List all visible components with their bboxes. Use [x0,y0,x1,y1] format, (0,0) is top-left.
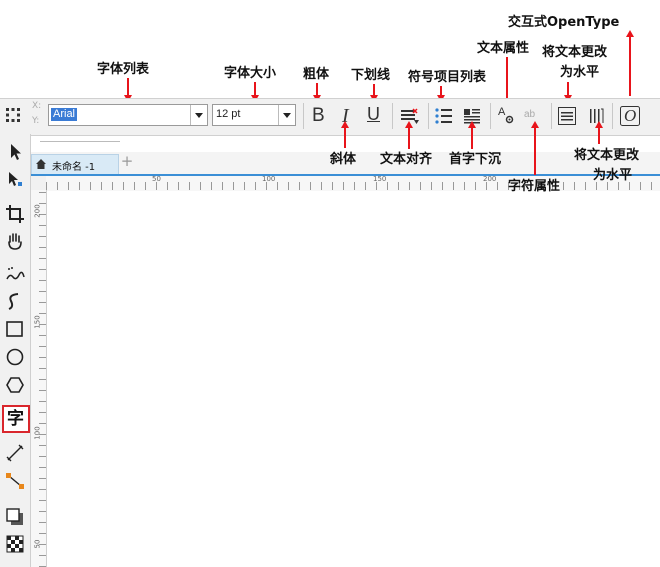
drop-shadow-icon [6,508,23,525]
artistic-media-tool[interactable] [4,290,26,312]
vruler-label-100: 100 [33,426,42,440]
text-tool-icon: 字 [7,409,24,429]
hruler-label-200: 200 [483,175,497,183]
underline-button[interactable]: U [362,104,386,128]
ellipse-icon [6,348,24,366]
text-tool[interactable]: 字 [2,405,30,433]
annotation-font-list: 字体列表 [97,62,150,77]
object-origin-icon[interactable] [6,107,20,122]
annotation-font-size: 字体大小 [224,66,277,81]
add-tab-button[interactable]: + [120,152,134,170]
shape-tool[interactable] [4,168,26,190]
gear-icon [505,115,514,124]
vruler-ticks [39,192,46,567]
vruler-label-150: 150 [33,315,42,329]
x-label: X: [32,101,42,111]
annotation-interactive-opentype: 交互式OpenType [508,15,620,30]
annotation-change-horizontal-bottom-1: 将文本更改 [574,148,640,163]
annotation-bullet-list: 符号项目列表 [408,70,487,85]
opentype-icon: O [624,106,637,125]
font-list-value: Arial [51,108,78,121]
character-properties-icon: ab [524,109,536,120]
connector-icon [6,473,24,489]
crop-tool[interactable] [4,203,26,225]
hruler-label-100: 100 [262,175,276,183]
annotation-bold: 粗体 [303,67,330,82]
annotation-text-properties: 文本属性 [477,41,530,56]
connector-tool[interactable] [4,470,26,492]
annotation-text-align: 文本对齐 [380,152,433,167]
interactive-opentype-button[interactable]: O [618,104,642,128]
rectangle-tool[interactable] [4,318,26,340]
bullet-list-button[interactable] [432,104,456,128]
freehand-icon [6,267,25,280]
pick-tool[interactable] [4,141,26,163]
bullet-list-icon [435,108,452,124]
annotation-drop-cap: 首字下沉 [449,152,502,167]
home-icon [36,159,46,169]
freehand-tool[interactable] [4,263,26,285]
bold-button[interactable]: B [306,104,330,128]
hruler-label-150: 150 [373,175,387,183]
crop-icon [6,205,24,223]
hexagon-icon [6,377,24,393]
font-list-dropdown-button[interactable] [190,105,207,125]
horizontal-text-button[interactable] [555,104,579,128]
transparency-tool[interactable] [4,533,26,555]
brush-curve-icon [8,293,19,310]
tab-strip-top-line [40,141,120,142]
node-edit-icon [9,172,22,186]
document-tab-label: 未命名 -1 [52,162,96,173]
horizontal-text-icon [558,107,576,125]
y-label: Y: [32,116,40,126]
bold-icon: B [312,105,325,126]
drawing-canvas[interactable] [47,191,660,567]
annotation-change-horizontal-top-1: 将文本更改 [542,45,608,60]
vruler-label-200: 200 [33,204,42,218]
polygon-tool[interactable] [4,374,26,396]
annotation-italic: 斜体 [330,152,357,167]
ellipse-tool[interactable] [4,346,26,368]
parallel-dimension-tool[interactable] [4,442,26,464]
drop-shadow-tool[interactable] [4,506,26,528]
annotation-underline: 下划线 [351,68,391,83]
annotation-char-properties: 字符属性 [508,179,561,194]
underline-icon: U [367,104,380,124]
font-size-dropdown-button[interactable] [278,105,295,125]
hand-icon [8,233,22,250]
arrow-cursor-icon [11,144,21,160]
document-tab[interactable]: 未命名 -1 [31,154,119,174]
checkerboard-icon [6,535,24,553]
annotation-change-horizontal-top-2: 为水平 [560,65,600,80]
ruler-ticks [46,182,660,190]
text-properties-button[interactable]: A [494,104,518,128]
rectangle-icon [6,321,23,337]
annotation-change-horizontal-bottom-2: 为水平 [593,168,633,183]
dimension-line-icon [6,444,24,462]
font-size-value: 12 pt [216,108,241,120]
vruler-label-50: 50 [33,539,42,549]
hruler-label-50: 50 [152,175,161,183]
pan-tool[interactable] [4,230,26,252]
